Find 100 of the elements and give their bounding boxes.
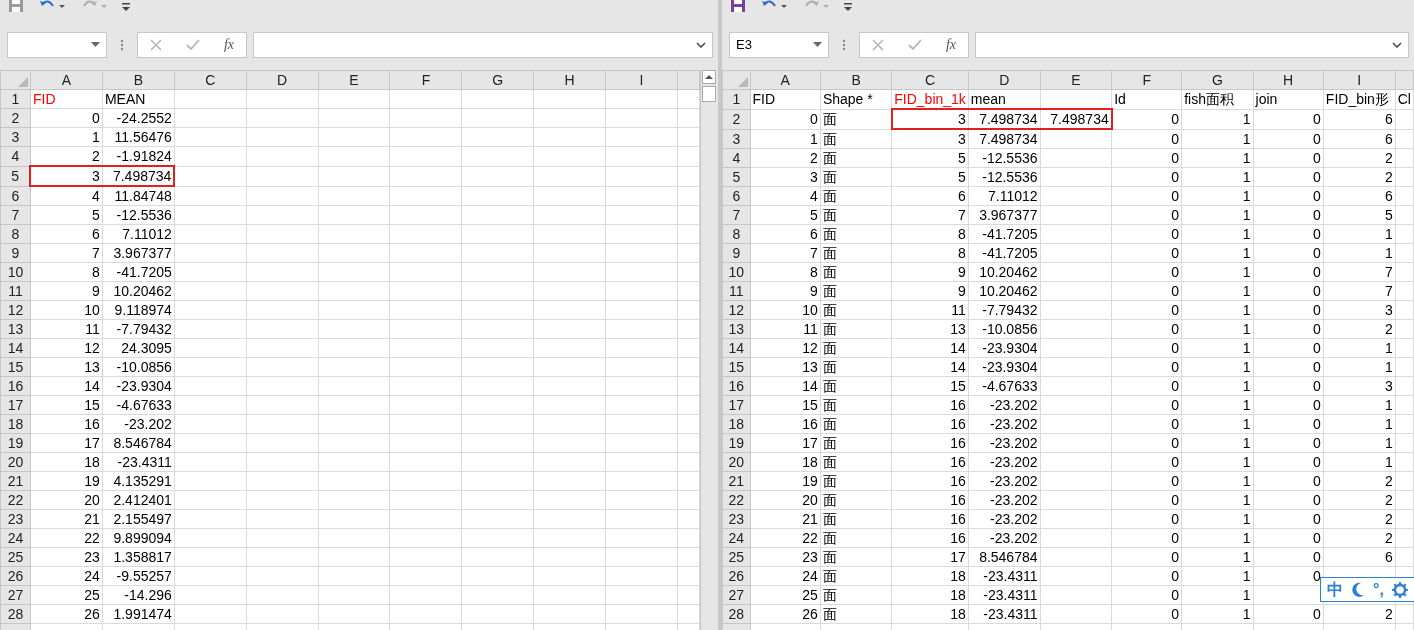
dropdown-caret-icon[interactable]	[91, 42, 100, 48]
moon-icon[interactable]	[1351, 581, 1365, 598]
table-cell: 1	[1181, 148, 1253, 168]
dropdown-caret-icon[interactable]	[813, 42, 822, 48]
column-header[interactable]: B	[102, 70, 175, 90]
name-box[interactable]: E3	[729, 31, 829, 58]
table-cell: 0	[1111, 566, 1182, 586]
column-header[interactable]: G	[461, 70, 534, 90]
table-cell: 1	[1181, 547, 1253, 567]
column-header[interactable]: E	[1040, 70, 1112, 90]
table-cell: 19	[30, 471, 103, 491]
table-cell: 6	[1323, 186, 1396, 206]
formula-input[interactable]	[975, 31, 1409, 58]
row-header[interactable]: 2	[722, 109, 751, 129]
table-cell: 0	[1253, 528, 1324, 548]
table-cell: 3.967377	[968, 205, 1041, 225]
column-header[interactable]: I	[1323, 70, 1396, 90]
table-cell: 0	[1111, 490, 1182, 510]
table-cell: 8	[30, 262, 103, 282]
table-cell: 0	[1111, 452, 1182, 472]
row-header[interactable]: 1	[722, 89, 751, 109]
table-cell: 5	[891, 148, 969, 168]
scroll-up-icon[interactable]	[701, 70, 716, 84]
table-cell: 1	[1181, 338, 1253, 358]
column-header[interactable]: H	[533, 70, 606, 90]
table-cell: FID	[750, 89, 821, 109]
column-header[interactable]: D	[246, 70, 319, 90]
cancel-icon[interactable]	[871, 38, 884, 51]
column-header[interactable]: B	[820, 70, 892, 90]
column-header[interactable]: A	[30, 70, 103, 90]
table-cell: 25	[750, 585, 821, 605]
table-cell: 9	[750, 281, 821, 301]
table-cell: 1	[1181, 186, 1253, 206]
table-cell: 1	[1323, 414, 1396, 434]
formula-input[interactable]	[253, 31, 713, 58]
table-cell: 面	[820, 547, 892, 567]
table-cell: -23.202	[968, 433, 1041, 453]
table-cell: 9	[891, 262, 969, 282]
table-cell: MEAN	[102, 89, 175, 109]
scroll-thumb[interactable]	[701, 86, 716, 102]
table-cell: 面	[820, 357, 892, 377]
table-cell: 11.56476	[102, 127, 175, 147]
input-mode-toggle[interactable]: 中	[1327, 577, 1343, 602]
table-cell: 2	[1323, 471, 1396, 491]
select-all-icon[interactable]	[17, 77, 28, 87]
expand-chevron-icon[interactable]	[1392, 41, 1402, 48]
table-cell: -41.7205	[968, 224, 1041, 244]
table-cell: 12	[750, 338, 821, 358]
table-cell: -4.67633	[102, 395, 175, 415]
table-cell: 0	[1253, 357, 1324, 377]
enter-icon[interactable]	[907, 38, 922, 51]
row-header[interactable]: 4	[0, 146, 31, 166]
insert-function-button[interactable]: fx	[945, 34, 956, 56]
column-header[interactable]: I	[605, 70, 678, 90]
column-header[interactable]: H	[1253, 70, 1324, 90]
column-header[interactable]: E	[318, 70, 390, 90]
table-cell: 21	[30, 509, 103, 529]
column-header[interactable]: G	[1181, 70, 1253, 90]
row-header[interactable]: 3	[722, 129, 751, 149]
column-header[interactable]: C	[174, 70, 247, 90]
column-header[interactable]: F	[1111, 70, 1182, 90]
column-header[interactable]: D	[968, 70, 1041, 90]
table-cell: fish面积	[1181, 89, 1253, 109]
customize-toolbar-icon[interactable]	[844, 1, 852, 12]
table-cell: 面	[820, 509, 892, 529]
enter-icon[interactable]	[185, 38, 200, 51]
settings-icon[interactable]	[1391, 581, 1408, 598]
vertical-scrollbar[interactable]	[700, 70, 716, 630]
table-cell: 1	[1323, 224, 1396, 244]
table-cell: 1	[1181, 300, 1253, 320]
table-cell: 0	[1111, 300, 1182, 320]
table-cell: 14	[891, 338, 969, 358]
table-cell: 14	[891, 357, 969, 377]
table-cell: 0	[1253, 281, 1324, 301]
table-cell: -24.2552	[102, 108, 175, 128]
table-cell: 面	[820, 490, 892, 510]
table-cell: 8.546784	[102, 433, 175, 453]
table-cell: 1	[1181, 243, 1253, 263]
table-cell: 16	[891, 452, 969, 472]
table-cell: -23.4311	[968, 566, 1041, 586]
cancel-icon[interactable]	[149, 38, 162, 51]
column-header[interactable]: F	[389, 70, 462, 90]
row-header[interactable]: 5	[0, 166, 31, 186]
table-cell: 面	[820, 262, 892, 282]
table-cell: -41.7205	[968, 243, 1041, 263]
table-cell: 面	[820, 471, 892, 491]
customize-toolbar-icon[interactable]	[122, 1, 130, 12]
insert-function-button[interactable]: fx	[223, 34, 234, 56]
column-header[interactable]: A	[750, 70, 821, 90]
expand-chevron-icon[interactable]	[696, 41, 706, 48]
table-cell: 1	[750, 129, 821, 149]
row-header[interactable]: 6	[0, 186, 31, 206]
table-cell: 1	[1323, 357, 1396, 377]
table-cell: 6	[1323, 109, 1396, 129]
table-cell: 10	[30, 300, 103, 320]
table-cell: 面	[820, 566, 892, 586]
select-all-icon[interactable]	[737, 77, 748, 87]
punctuation-toggle[interactable]: °,	[1373, 577, 1384, 602]
column-header[interactable]: C	[891, 70, 969, 90]
table-cell: -23.9304	[102, 376, 175, 396]
